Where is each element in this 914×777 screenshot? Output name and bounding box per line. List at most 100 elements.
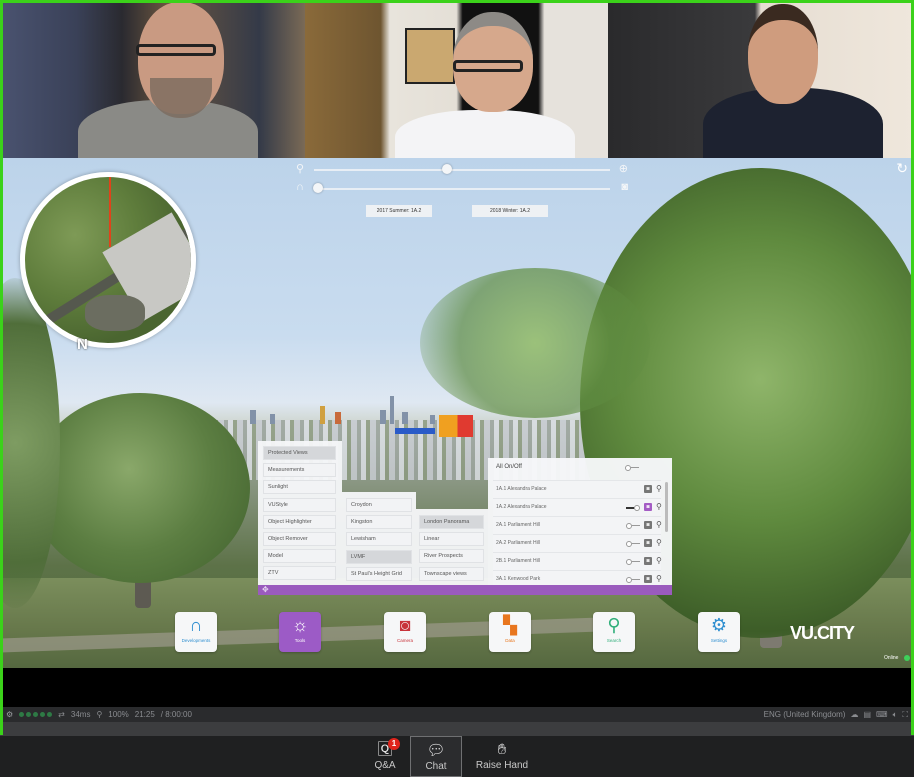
data-icon: ▚: [503, 615, 517, 635]
qa-label: Q&A: [374, 760, 396, 771]
tools-menu-item[interactable]: River Prospects: [419, 549, 484, 564]
stream-status-bar: ⚙ ⇄ 34ms ⚲ 100% 21:25 / 8:00:00 ENG (Uni…: [0, 707, 914, 722]
signal-dot: [33, 712, 39, 717]
zoom-out-icon[interactable]: ⚲: [296, 162, 304, 175]
cloud-upload-icon[interactable]: ☁: [850, 707, 858, 722]
tools-menu-item[interactable]: St Paul's Height Grid: [346, 566, 412, 581]
raise-hand-button[interactable]: ✋︎ Raise Hand: [474, 736, 530, 777]
timeline-slider[interactable]: ∩ ◙: [296, 181, 628, 196]
slider-handle[interactable]: [313, 183, 323, 193]
toolbar-label: Data: [505, 638, 515, 643]
tree: [420, 268, 650, 418]
language-indicator[interactable]: ENG (United Kingdom): [764, 707, 846, 722]
settings-gear-icon[interactable]: ⚙: [6, 707, 13, 722]
move-handle-icon[interactable]: ✥: [262, 585, 269, 595]
latency-icon: ⇄: [58, 710, 65, 719]
tools-menu-item[interactable]: London Panorama: [419, 515, 484, 529]
slider-track: [314, 169, 610, 171]
protected-view-row[interactable]: 2B.1 Parliament Hill ◙ ⚲: [493, 552, 662, 570]
slider-handle[interactable]: [442, 164, 453, 174]
view-toggle[interactable]: [626, 577, 640, 583]
tools-menu-item[interactable]: ZTV: [263, 566, 336, 581]
camera-icon[interactable]: ◙: [644, 485, 652, 493]
camera-icon[interactable]: ◙: [644, 575, 652, 583]
tools-menu-item[interactable]: VUStyle: [263, 497, 336, 512]
toolbar-tools-button[interactable]: ☼ Tools: [279, 612, 321, 652]
tools-menu-item[interactable]: Lewisham: [346, 532, 412, 547]
clipboard-icon[interactable]: ▤: [863, 707, 871, 722]
camera-icon[interactable]: ◙: [621, 181, 628, 193]
scrollbar[interactable]: [665, 482, 668, 532]
all-on-off-toggle[interactable]: [625, 465, 639, 471]
raise-hand-label: Raise Hand: [475, 760, 529, 771]
participant-torso: [395, 110, 575, 158]
view-toggle[interactable]: [626, 559, 640, 565]
toolbar-developments-button[interactable]: ∩ Developments: [175, 612, 217, 652]
fullscreen-icon[interactable]: ⛶: [902, 707, 908, 722]
camera-icon[interactable]: ◙: [644, 539, 652, 547]
camera-icon: ◙: [399, 615, 411, 635]
toolbar-settings-button[interactable]: ⚙ Settings: [698, 612, 740, 652]
menu-footer-bar: ✥: [258, 585, 672, 595]
camera-icon[interactable]: ◙: [644, 557, 652, 565]
tools-menu-item[interactable]: Kingston: [346, 515, 412, 530]
view-toggle[interactable]: [626, 505, 640, 511]
protected-view-label: 2B.1 Parliament Hill: [496, 558, 540, 564]
tools-menu-item[interactable]: Townscape views: [419, 566, 484, 581]
protected-view-label: 1A.1 Alexandra Palace: [496, 486, 547, 492]
location-pin-icon[interactable]: ⚲: [656, 556, 662, 566]
toolbar-label: Tools: [294, 638, 306, 643]
tools-menu-item[interactable]: Object Highlighter: [263, 514, 336, 529]
view-toggle[interactable]: [626, 523, 640, 529]
location-pin-icon[interactable]: ⚲: [656, 574, 662, 584]
participant-video-3[interactable]: [608, 0, 914, 158]
camera-icon[interactable]: ◙: [644, 503, 652, 511]
chat-icon: 💬︎: [426, 742, 446, 759]
tools-menu-item[interactable]: Croydon: [346, 498, 412, 512]
protected-view-row[interactable]: 2A.2 Parliament Hill ◙ ⚲: [493, 534, 662, 552]
north-indicator: N: [77, 336, 88, 353]
protected-view-row[interactable]: 2A.1 Parliament Hill ◙ ⚲: [493, 516, 662, 534]
toolbar-search-button[interactable]: ⚲ Search: [593, 612, 635, 652]
toolbar-label: Search: [606, 638, 622, 643]
signal-dot: [47, 712, 53, 717]
toolbar-data-button[interactable]: ▚ Data: [489, 612, 531, 652]
tools-menu-item[interactable]: LVMF: [346, 549, 412, 564]
participant-strip: [0, 0, 914, 158]
location-pin-icon[interactable]: ⚲: [656, 484, 662, 494]
qa-button[interactable]: 🅀 1 Q&A: [362, 736, 408, 777]
chat-label: Chat: [425, 761, 447, 772]
date-chip-summer[interactable]: 2017 Summer: 1A.2: [366, 205, 432, 217]
tools-menu-item[interactable]: Linear: [419, 532, 484, 547]
tools-menu-item[interactable]: Object Remover: [263, 532, 336, 546]
zoom-slider[interactable]: ⚲ ⊕: [296, 163, 628, 177]
location-pin-icon[interactable]: ⚲: [656, 538, 662, 548]
toolbar-label: Camera: [396, 638, 413, 643]
participant-video-2[interactable]: [305, 0, 608, 158]
view-toggle[interactable]: [626, 541, 640, 547]
selected-development-marker[interactable]: [439, 415, 473, 437]
protected-view-row[interactable]: 1A.2 Alexandra Palace ◙ ⚲: [493, 498, 662, 516]
volume-icon[interactable]: 🔈︎: [893, 707, 898, 722]
protected-view-row[interactable]: 1A.1 Alexandra Palace ◙ ⚲: [493, 480, 662, 498]
tools-menu-item[interactable]: Model: [263, 549, 336, 564]
participant-video-1[interactable]: [0, 0, 305, 158]
keyboard-icon[interactable]: ⌨: [876, 707, 888, 722]
signal-dot: [26, 712, 32, 717]
developments-icon[interactable]: ∩: [296, 181, 304, 193]
vucity-3d-viewport[interactable]: N ⚲ ⊕ ∩ ◙ 2017 Summer: 1A.2 2018 Winter:…: [0, 158, 914, 668]
chat-button[interactable]: 💬︎ Chat: [410, 736, 462, 777]
tools-menu-item[interactable]: Measurements: [263, 463, 336, 478]
location-pin-icon[interactable]: ⚲: [656, 502, 662, 512]
vucity-logo: VU.CITY: [790, 623, 855, 643]
protected-views-list: 1A.1 Alexandra Palace ◙ ⚲ 1A.2 Alexandra Pa…: [493, 480, 662, 588]
zoom-in-icon[interactable]: ⊕: [619, 162, 628, 175]
refresh-icon[interactable]: ↻: [896, 160, 908, 177]
location-pin-icon[interactable]: ⚲: [656, 520, 662, 530]
tools-menu-item[interactable]: Sunlight: [263, 480, 336, 495]
minimap[interactable]: [20, 172, 196, 348]
camera-icon[interactable]: ◙: [644, 521, 652, 529]
toolbar-camera-button[interactable]: ◙ Camera: [384, 612, 426, 652]
tools-menu-item[interactable]: Protected Views: [263, 446, 336, 460]
date-chip-winter[interactable]: 2018 Winter: 1A.2: [472, 205, 548, 217]
